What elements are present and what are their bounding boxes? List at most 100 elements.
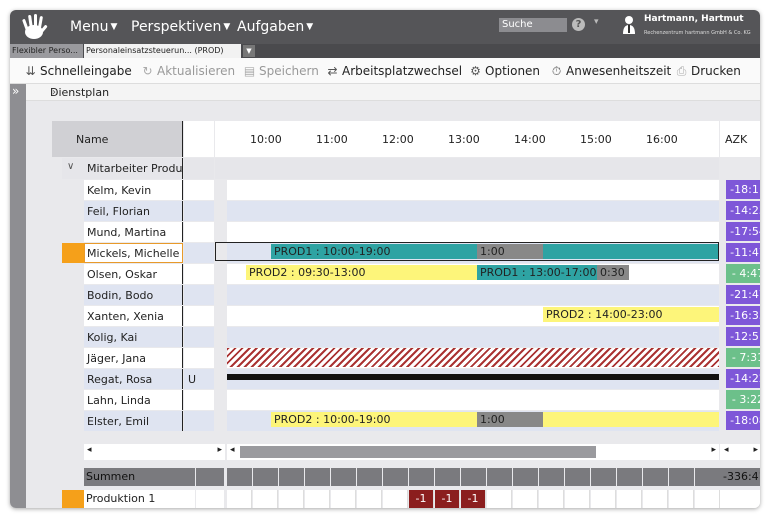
shift-bar[interactable]: PROD2 : 09:30-13:00 [246,265,477,280]
summen-cell [669,468,694,486]
timeline-header: 10:00 11:00 12:00 13:00 14:00 15:00 16:0… [215,121,719,157]
employee-name-cell[interactable]: Lahn, Linda [84,390,183,410]
azk-horizontal-scrollbar[interactable]: ◂ ▸ [720,444,760,460]
break-bar[interactable]: 1:00 [477,412,543,427]
produktion-value-cell[interactable]: -1 [409,490,434,508]
shift-bar[interactable]: PROD2 : 10:00-19:00 [271,412,477,427]
azk-column-header[interactable]: AZK [720,121,760,157]
employee-name-cell[interactable]: Elster, Emil [84,411,183,431]
group-label: Mitarbeiter Produ... [87,162,183,175]
menu-main[interactable]: Menu ▼ [70,19,117,35]
menu-perspektiven[interactable]: Perspektiven ▼ [131,19,230,35]
employee-timeline-cell[interactable] [227,201,719,221]
produktion-cell[interactable] [305,490,330,508]
help-caret-icon[interactable]: ▾ [594,17,599,27]
stopwatch-icon: ⏱ [551,64,562,78]
menu-aufgaben-label: Aufgaben [237,19,305,35]
anwesenheitszeit-button[interactable]: ⏱ Anwesenheitszeit [549,64,671,79]
employee-name-cell[interactable]: Jäger, Jana [84,348,183,368]
produktion-cell[interactable] [279,490,304,508]
user-icon[interactable] [622,15,636,35]
produktion-cell[interactable] [253,490,278,508]
group-flag-cell [184,158,214,179]
vacation-bar[interactable] [227,374,719,380]
employee-flag-cell [184,348,214,368]
employee-name-cell[interactable]: Olsen, Oskar [84,264,183,284]
scrollbar-thumb[interactable] [240,446,596,458]
menu-main-label: Menu [70,19,109,35]
produktion-cell[interactable] [669,490,694,508]
row-marker [62,285,84,305]
chevron-right-icon[interactable]: › [52,84,56,101]
summen-cell [591,468,616,486]
tab-dropdown-icon[interactable]: ▼ [243,45,255,57]
speichern-button[interactable]: ▤ Speichern [242,64,319,78]
arbeitsplatzwechsel-button[interactable]: ⇄ Arbeitsplatzwechsel [325,64,462,78]
shift-bar-end[interactable] [543,412,719,427]
employee-flag: U [188,373,197,386]
produktion-cell[interactable] [643,490,668,508]
produktion-cell[interactable] [565,490,590,508]
break-bar[interactable]: 0:30 [597,265,629,280]
produktion-cell[interactable] [331,490,356,508]
employee-flag-cell [184,390,214,410]
summen-cell [643,468,668,486]
employee-name-cell[interactable]: Kelm, Kevin [84,180,183,200]
employee-name-cell[interactable]: Mickels, Michelle [84,243,183,263]
scroll-left-icon[interactable]: ◂ [87,445,92,455]
scroll-right-icon[interactable]: ▸ [753,445,758,455]
aktualisieren-button[interactable]: ↻ Aktualisieren [140,64,235,78]
drucken-button[interactable]: ⎙ Drucken [674,64,741,79]
employee-name: Mickels, Michelle [87,247,180,260]
employee-name-cell[interactable]: Kolig, Kai [84,327,183,347]
employee-timeline-cell[interactable] [227,180,719,200]
scroll-left-icon[interactable]: ◂ [230,445,235,455]
employee-name-cell[interactable]: Xanten, Xenia [84,306,183,326]
tab-personaleinsatzsteuerung[interactable]: Personaleinsatzsteuerun... (PROD) [84,44,241,58]
employee-timeline-cell[interactable] [227,327,719,347]
produktion-cell[interactable] [383,490,408,508]
optionen-button[interactable]: ⚙ Optionen [468,64,540,78]
anwesenheitszeit-label: Anwesenheitszeit [566,64,672,78]
row-marker [62,348,84,368]
employee-name-cell[interactable]: Regat, Rosa [84,369,183,389]
scroll-right-icon[interactable]: ▸ [711,445,716,455]
user-name: Hartmann, Hartmut [644,14,744,24]
employee-timeline-cell[interactable] [227,222,719,242]
timeline-horizontal-scrollbar[interactable]: ◂ ▸ [227,444,719,460]
produktion-row-label[interactable]: Produktion 1 [84,490,195,508]
name-column-header[interactable]: Name [52,121,183,157]
shift-bar[interactable]: PROD1 : 13:00-17:00 [477,265,597,280]
azk-value: -14:23 [726,201,760,220]
tab-flexibler-personal[interactable]: Flexibler Perso... [10,44,83,58]
help-icon[interactable]: ? [572,18,585,31]
employee-timeline-cell[interactable] [227,285,719,305]
produktion-cell[interactable] [539,490,564,508]
chevron-down-icon[interactable]: ∨ [67,161,74,172]
search-input[interactable]: Suche [499,18,567,32]
shift-bar[interactable]: PROD2 : 14:00-23:00 [543,307,719,322]
employee-name-cell[interactable]: Mund, Martina [84,222,183,242]
expand-panel-icon[interactable]: » [12,84,19,98]
produktion-value-cell[interactable]: -1 [435,490,460,508]
produktion-cell[interactable] [617,490,642,508]
schnelleingabe-button[interactable]: ⇊ Schnelleingabe [23,64,131,78]
employee-name-cell[interactable]: Bodin, Bodo [84,285,183,305]
produktion-cell[interactable] [487,490,512,508]
scroll-left-icon[interactable]: ◂ [724,445,729,455]
produktion-cell[interactable] [513,490,538,508]
produktion-cell[interactable] [695,490,720,508]
employee-name-cell[interactable]: Feil, Florian [84,201,183,221]
scroll-right-icon[interactable]: ▸ [217,445,222,455]
group-row[interactable]: ∨ Mitarbeiter Produ... [62,158,183,179]
produktion-cell[interactable] [227,490,252,508]
absence-hatch[interactable] [227,348,719,367]
name-horizontal-scrollbar[interactable]: ◂ ▸ [84,444,225,460]
menu-aufgaben[interactable]: Aufgaben ▼ [237,19,313,35]
produktion-cell[interactable] [357,490,382,508]
speichern-label: Speichern [259,64,319,78]
produktion-cell[interactable] [591,490,616,508]
employee-timeline-cell[interactable] [227,390,719,410]
employee-name: Mund, Martina [87,226,167,239]
produktion-value-cell[interactable]: -1 [461,490,486,508]
